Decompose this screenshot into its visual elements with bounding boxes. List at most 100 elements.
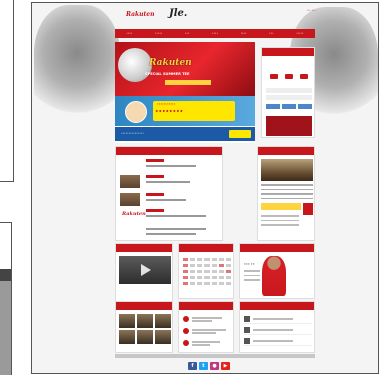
calendar-day[interactable] — [204, 270, 210, 273]
player-photo[interactable] — [262, 256, 286, 296]
calendar-day[interactable] — [204, 276, 210, 279]
play-icon[interactable] — [141, 264, 151, 276]
gallery-thumbnail[interactable] — [155, 314, 171, 328]
calendar-day[interactable] — [183, 258, 189, 261]
team-photo[interactable] — [261, 159, 313, 181]
info-row[interactable] — [183, 316, 231, 324]
calendar-day[interactable] — [197, 270, 203, 273]
news-box: Rakuten — [115, 146, 223, 241]
nav-item-7[interactable]: ••••• — [296, 32, 303, 35]
nav-item-3[interactable]: ••• — [185, 32, 189, 35]
calendar-day[interactable] — [197, 264, 203, 267]
nav-item-6[interactable]: ••• — [269, 32, 273, 35]
facebook-icon[interactable]: f — [188, 362, 197, 370]
calendar-day[interactable] — [190, 264, 196, 267]
register-button[interactable] — [282, 104, 296, 109]
calendar-day[interactable] — [183, 270, 189, 273]
calendar-day[interactable] — [211, 270, 217, 273]
partner-logo-3[interactable] — [300, 74, 308, 79]
link-text — [253, 318, 293, 320]
website-screenshot-frame: Rakuten Jle. ••• ••• •••• ••••• ••• ••••… — [31, 2, 379, 374]
info-text — [192, 341, 220, 343]
team-photo-title — [258, 147, 314, 155]
gallery-thumbnail[interactable] — [119, 314, 135, 328]
calendar-day[interactable] — [197, 282, 203, 285]
calendar-day[interactable] — [211, 264, 217, 267]
nav-item-5[interactable]: •••• — [241, 32, 247, 35]
info-row[interactable] — [183, 340, 231, 348]
video-thumbnail[interactable] — [119, 256, 171, 284]
fanclub-panel[interactable] — [266, 116, 312, 136]
member-login-box — [261, 47, 315, 138]
calendar-day[interactable] — [225, 258, 231, 261]
news-headline — [146, 165, 196, 167]
info-icon — [183, 340, 189, 346]
link-item[interactable] — [244, 325, 312, 335]
youtube-icon[interactable]: ▶ — [221, 362, 230, 370]
partner-logo-1[interactable] — [270, 74, 278, 79]
gallery-thumbnail[interactable] — [119, 330, 135, 344]
calendar-day[interactable] — [183, 276, 189, 279]
nav-item-2[interactable]: ••••• — [155, 32, 162, 35]
info-text — [192, 344, 210, 346]
calendar-day[interactable] — [190, 282, 196, 285]
link-text — [253, 340, 293, 342]
news-item[interactable]: Rakuten — [120, 209, 220, 227]
gallery-thumbnail[interactable] — [137, 330, 153, 344]
link-item[interactable] — [244, 314, 312, 324]
partner-logo-2[interactable] — [285, 74, 293, 79]
header-links[interactable]: ••• ••• — [306, 9, 316, 12]
login-button[interactable] — [266, 104, 280, 109]
calendar-day[interactable] — [218, 276, 224, 279]
info-row[interactable] — [183, 328, 231, 336]
nav-item-4[interactable]: •••• — [212, 32, 218, 35]
background-player-left — [34, 5, 120, 125]
schedule-calendar — [178, 243, 234, 299]
gallery-thumbnail[interactable] — [155, 330, 171, 344]
player-info — [244, 270, 260, 284]
gallery-box — [115, 301, 173, 353]
calendar-day[interactable] — [225, 282, 231, 285]
calendar-day[interactable] — [183, 282, 189, 285]
banner-promo: ••••••••••• •••••••• — [115, 96, 255, 126]
calendar-grid — [183, 258, 231, 285]
calendar-day[interactable] — [204, 264, 210, 267]
link-item[interactable] — [244, 336, 312, 346]
calendar-day[interactable] — [225, 270, 231, 273]
help-button[interactable] — [298, 104, 312, 109]
login-field-2[interactable] — [266, 95, 312, 100]
calendar-day[interactable] — [211, 276, 217, 279]
news-item[interactable] — [120, 175, 220, 193]
info-text — [192, 320, 212, 322]
login-field-1[interactable] — [266, 88, 312, 93]
calendar-day[interactable] — [211, 282, 217, 285]
banner-cta-button[interactable] — [229, 130, 251, 138]
calendar-day[interactable] — [211, 258, 217, 261]
calendar-day[interactable] — [225, 264, 231, 267]
calendar-day[interactable] — [204, 282, 210, 285]
gallery-thumbnail[interactable] — [137, 314, 153, 328]
calendar-day[interactable] — [183, 264, 189, 267]
calendar-day[interactable] — [190, 276, 196, 279]
calendar-day[interactable] — [190, 258, 196, 261]
calendar-day[interactable] — [218, 258, 224, 261]
site-logo-script[interactable]: Jle. — [169, 8, 187, 19]
calendar-day[interactable] — [204, 258, 210, 261]
calendar-day[interactable] — [190, 270, 196, 273]
promo-strip[interactable] — [261, 203, 301, 210]
site-logo[interactable]: Rakuten — [126, 11, 154, 18]
hero-banner[interactable]: Rakuten SPECIAL SUMMER TEE ••••••••••• •… — [115, 42, 255, 143]
info-icon — [183, 328, 189, 334]
link-icon — [244, 316, 250, 322]
calendar-day[interactable] — [218, 270, 224, 273]
calendar-day[interactable] — [225, 276, 231, 279]
instagram-icon[interactable]: ● — [210, 362, 219, 370]
calendar-day[interactable] — [218, 282, 224, 285]
team-photo-caption — [261, 184, 313, 202]
nav-item-1[interactable]: •••• — [126, 32, 132, 35]
twitter-icon[interactable]: t — [199, 362, 208, 370]
footer-bar — [115, 354, 315, 358]
calendar-day[interactable] — [197, 258, 203, 261]
calendar-day[interactable] — [218, 264, 224, 267]
calendar-day[interactable] — [197, 276, 203, 279]
